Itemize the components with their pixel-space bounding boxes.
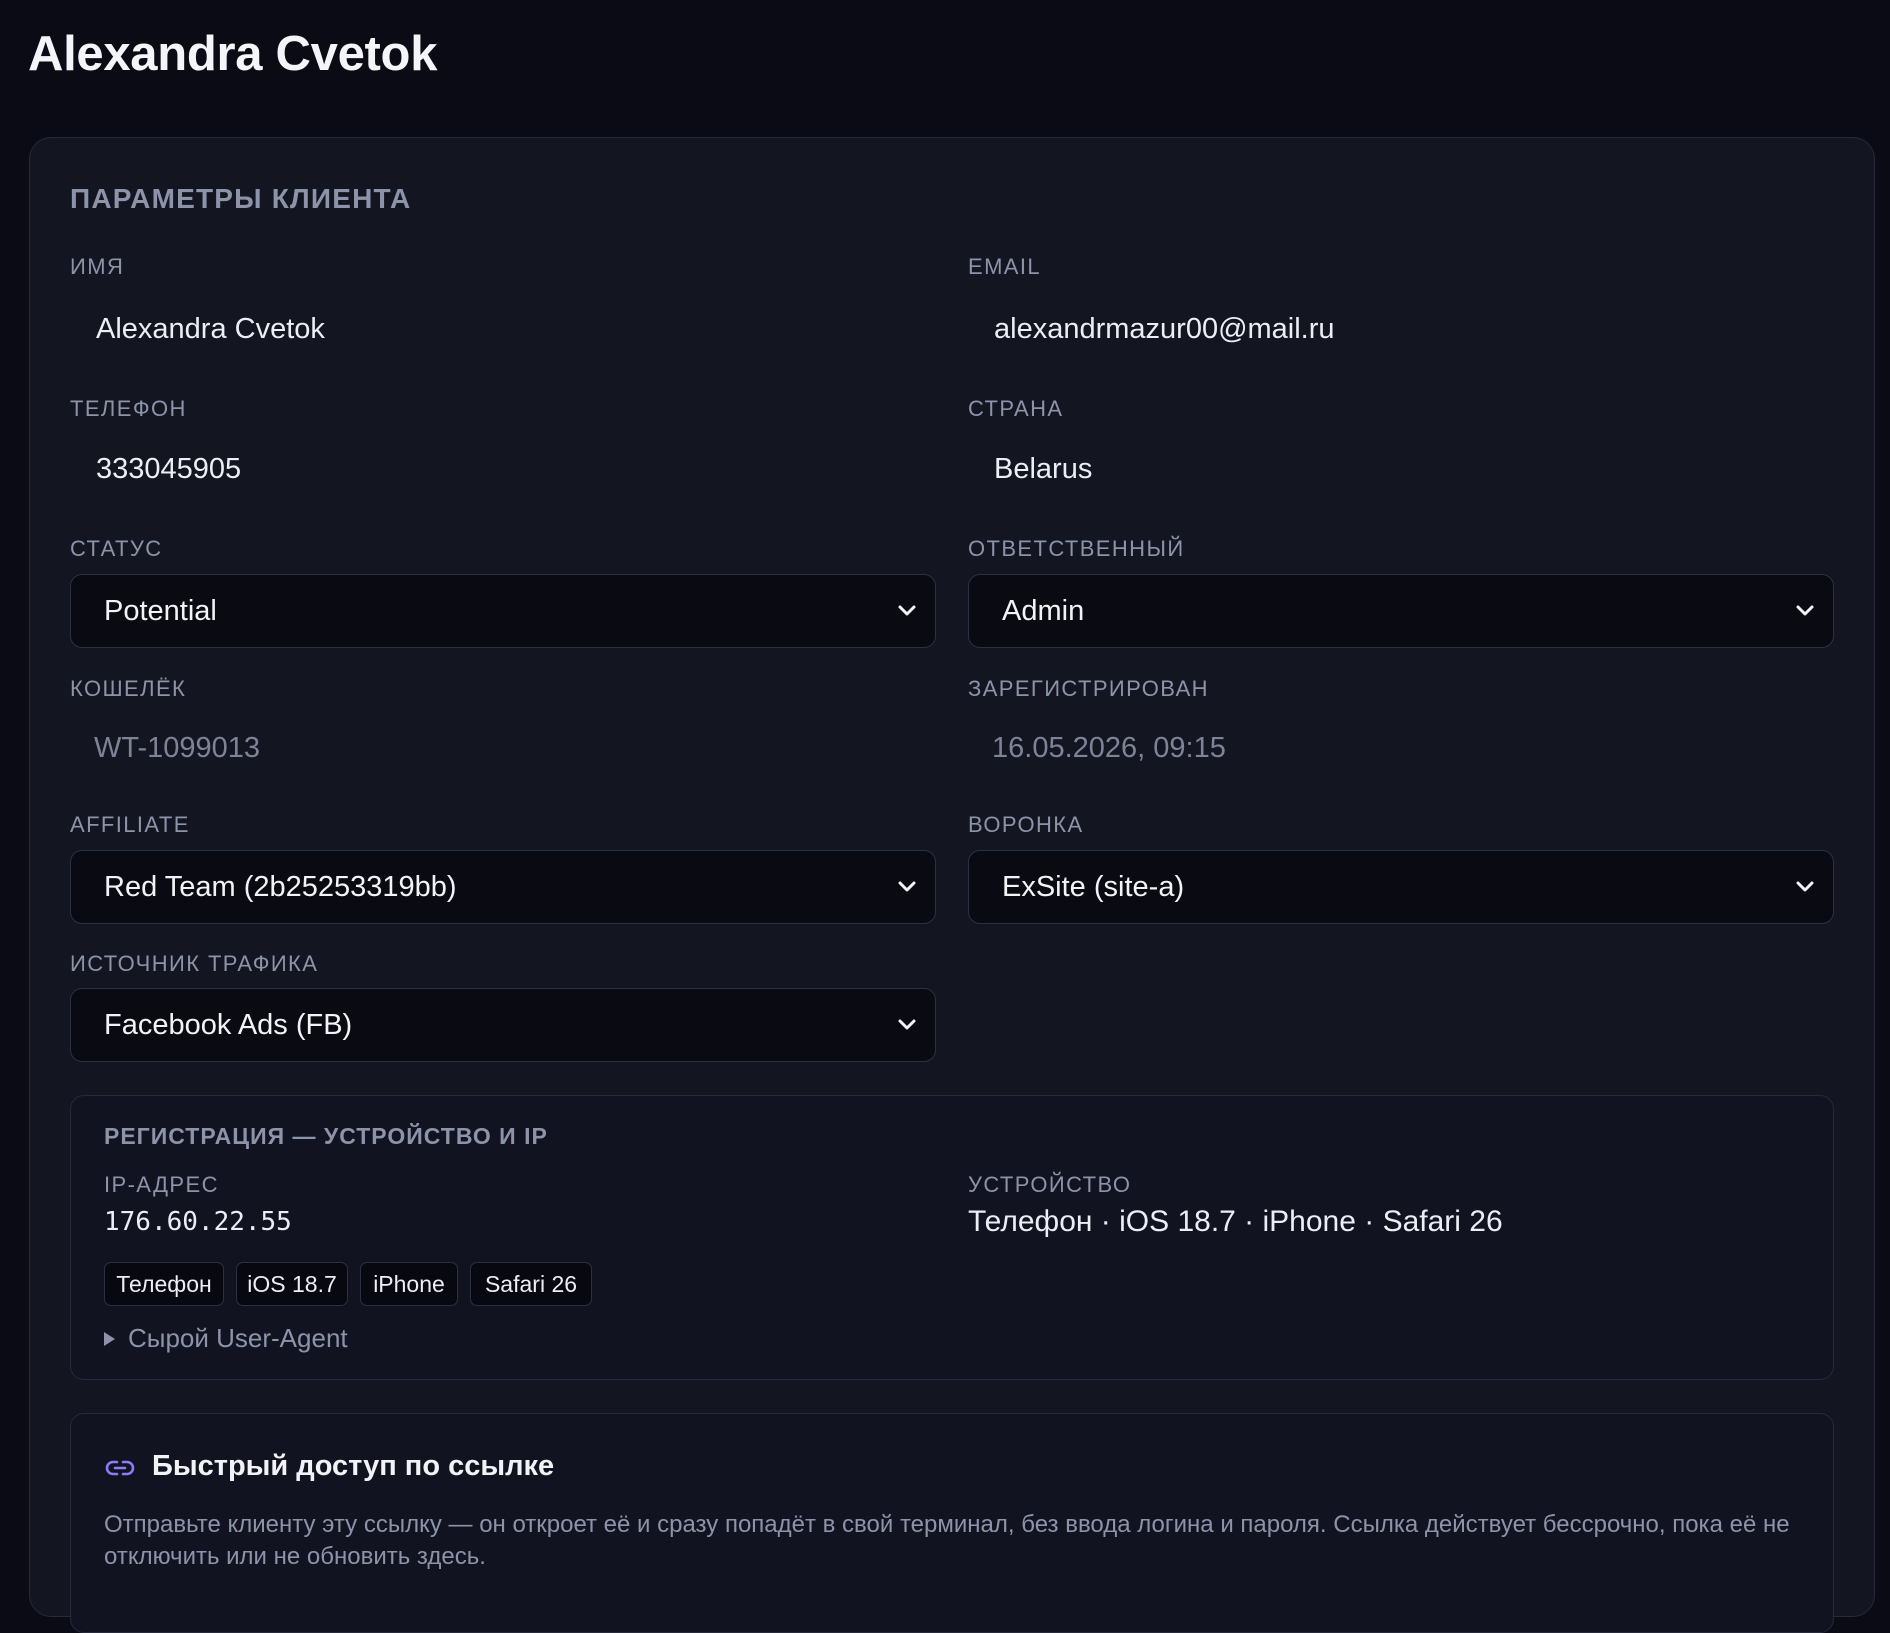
quick-link-title: Быстрый доступ по ссылке bbox=[152, 1450, 555, 1482]
funnel-selected-value: ExSite (site-a) bbox=[1002, 870, 1185, 903]
funnel-label: ВОРОНКА bbox=[968, 812, 1084, 837]
device-chip: Телефон bbox=[104, 1262, 224, 1306]
responsible-select[interactable]: Admin bbox=[968, 574, 1834, 648]
browser-chip: Safari 26 bbox=[470, 1262, 592, 1306]
registered-value: 16.05.2026, 09:15 bbox=[992, 732, 1226, 764]
chevron-down-icon bbox=[898, 881, 916, 892]
chevron-down-icon bbox=[1796, 605, 1814, 616]
name-field[interactable]: Alexandra Cvetok bbox=[96, 313, 325, 346]
affiliate-select[interactable]: Red Team (2b25253319bb) bbox=[70, 850, 936, 924]
wallet-label: КОШЕЛЁК bbox=[70, 676, 187, 701]
device-value: Телефон · iOS 18.7 · iPhone · Safari 26 bbox=[968, 1205, 1503, 1238]
quick-link-description: Отправьте клиенту эту ссылку — он открое… bbox=[104, 1511, 1790, 1570]
traffic-source-select[interactable]: Facebook Ads (FB) bbox=[70, 988, 936, 1062]
country-label: СТРАНА bbox=[968, 396, 1064, 421]
traffic-source-label: ИСТОЧНИК ТРАФИКА bbox=[70, 951, 319, 976]
name-label: ИМЯ bbox=[70, 254, 125, 279]
affiliate-selected-value: Red Team (2b25253319bb) bbox=[104, 870, 457, 903]
status-label: СТАТУС bbox=[70, 536, 163, 561]
os-chip: iOS 18.7 bbox=[236, 1262, 348, 1306]
status-selected-value: Potential bbox=[104, 594, 217, 627]
registered-label: ЗАРЕГИСТРИРОВАН bbox=[968, 676, 1209, 701]
registration-title: РЕГИСТРАЦИЯ — УСТРОЙСТВО И IP bbox=[104, 1123, 548, 1149]
responsible-selected-value: Admin bbox=[1002, 594, 1085, 627]
section-title: ПАРАМЕТРЫ КЛИЕНТА bbox=[70, 183, 412, 214]
disclosure-triangle-icon bbox=[104, 1331, 115, 1346]
email-field[interactable]: alexandrmazur00@mail.ru bbox=[994, 313, 1335, 346]
raw-user-agent-toggle[interactable]: Сырой User-Agent bbox=[104, 1323, 348, 1354]
phone-field[interactable]: 333045905 bbox=[96, 453, 241, 486]
chevron-down-icon bbox=[898, 605, 916, 616]
traffic-source-selected-value: Facebook Ads (FB) bbox=[104, 1008, 353, 1041]
ip-label: IP-АДРЕС bbox=[104, 1172, 219, 1197]
device-label: УСТРОЙСТВО bbox=[968, 1172, 1132, 1197]
chevron-down-icon bbox=[898, 1019, 916, 1030]
model-chip: iPhone bbox=[360, 1262, 458, 1306]
wallet-value: WT-1099013 bbox=[94, 732, 261, 764]
page-title: Alexandra Cvetok bbox=[28, 27, 438, 81]
link-icon bbox=[105, 1460, 135, 1476]
funnel-select[interactable]: ExSite (site-a) bbox=[968, 850, 1834, 924]
raw-user-agent-label: Сырой User-Agent bbox=[128, 1323, 348, 1353]
affiliate-label: AFFILIATE bbox=[70, 812, 190, 837]
phone-label: ТЕЛЕФОН bbox=[70, 396, 187, 421]
ip-value: 176.60.22.55 bbox=[104, 1207, 292, 1237]
email-label: EMAIL bbox=[968, 254, 1042, 279]
responsible-label: ОТВЕТСТВЕННЫЙ bbox=[968, 536, 1185, 561]
status-select[interactable]: Potential bbox=[70, 574, 936, 648]
chevron-down-icon bbox=[1796, 881, 1814, 892]
country-field[interactable]: Belarus bbox=[994, 453, 1092, 486]
